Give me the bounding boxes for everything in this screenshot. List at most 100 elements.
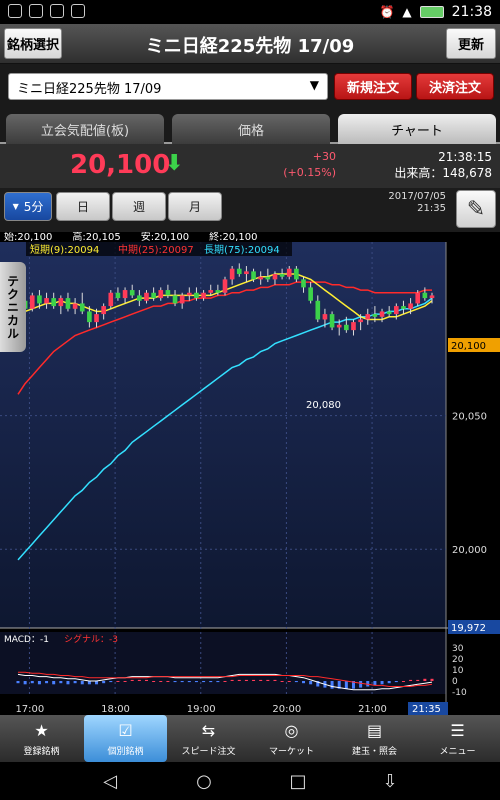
macd-histogram-bar <box>166 681 170 682</box>
candle-body <box>151 292 156 299</box>
period-month-button[interactable]: 月 <box>168 192 222 221</box>
macd-histogram-bar <box>173 681 177 683</box>
globe-icon: ◎ <box>284 721 299 740</box>
macd-histogram-bar <box>394 681 398 683</box>
macd-histogram-bar <box>230 679 234 681</box>
back-icon[interactable]: ◁ <box>98 769 122 793</box>
macd-histogram-bar <box>209 681 213 683</box>
period-5min-button[interactable]: ▼ 5分 <box>4 192 52 221</box>
macd-histogram-bar <box>159 681 163 682</box>
price-panel: 20,100 ⬇ +30 (+0.15%) 21:38:15 出来高：148,6… <box>0 144 500 188</box>
nav-market[interactable]: ◎ マーケット <box>250 715 333 762</box>
tab-order-book[interactable]: 立会気配値(板) <box>6 114 164 144</box>
candle-body <box>279 274 285 277</box>
quote-time: 21:38:15 <box>438 150 492 164</box>
macd-histogram-bar <box>330 681 334 689</box>
nav-positions[interactable]: ▤ 建玉・照会 <box>333 715 416 762</box>
close-order-button[interactable]: 決済注文 <box>416 73 494 100</box>
macd-histogram-bar <box>287 681 291 682</box>
x-tick-label: 18:00 <box>101 704 130 715</box>
x-tick-label: 19:00 <box>187 704 216 715</box>
macd-histogram-bar <box>401 681 405 682</box>
dropdown-arrow-icon: ▼ <box>309 78 319 92</box>
candle-body <box>329 314 335 328</box>
checkbox-icon: ☑ <box>118 721 133 740</box>
candle-body <box>222 279 228 293</box>
candle-body <box>94 314 99 323</box>
chart-time: 21:35 <box>417 203 446 214</box>
tab-chart[interactable]: チャート <box>338 114 496 144</box>
price-chart[interactable]: 20,05020,00017:00 18:00 19:00 20:00 21:00302… <box>0 232 500 715</box>
current-price-tag-text: 20,100 <box>451 341 486 352</box>
candle-body <box>244 271 249 275</box>
recents-icon[interactable]: □ <box>286 769 310 793</box>
nav-speed-order[interactable]: ⇆ スピード注文 <box>167 715 250 762</box>
technical-tab[interactable]: テクニカル <box>0 262 26 352</box>
candle-body <box>365 314 371 320</box>
nav-individual[interactable]: ☑ 個別銘柄 <box>84 715 167 762</box>
notification-icon <box>71 4 85 18</box>
nav-watchlist[interactable]: ★ 登録銘柄 <box>0 715 83 762</box>
ma-long-label: 長期(75):20094 <box>204 244 280 256</box>
candle-body <box>379 311 385 317</box>
swap-arrows-icon: ⇆ <box>201 721 216 740</box>
macd-histogram-bar <box>59 681 63 684</box>
macd-histogram-bar <box>52 681 56 685</box>
candle-body <box>272 274 278 280</box>
notification-pull-icon[interactable]: ⇩ <box>378 769 402 793</box>
period-day-button[interactable]: 日 <box>56 192 110 221</box>
candle-body <box>294 268 299 280</box>
change-percent: (+0.15%) <box>283 166 336 179</box>
period-week-button[interactable]: 週 <box>112 192 166 221</box>
symbol-dropdown[interactable]: ミニ日経225先物 17/09 ▼ <box>8 73 328 100</box>
macd-histogram-bar <box>102 681 106 684</box>
home-icon[interactable]: ○ <box>192 769 216 793</box>
candle-body <box>65 298 71 309</box>
candle-body <box>286 268 292 277</box>
candle-body <box>422 292 428 299</box>
nav-market-label: マーケット <box>268 746 314 757</box>
document-icon: ▤ <box>366 721 383 740</box>
candle-body <box>201 292 206 299</box>
candle-body <box>315 300 321 320</box>
candle-body <box>87 311 92 323</box>
x-tick-label: 20:00 <box>272 704 301 715</box>
chart-area[interactable]: 20,050 20,000 17:00 18:00 19:00 20:00 21:00 30 2… <box>0 232 500 715</box>
star-icon: ★ <box>34 721 49 740</box>
macd-histogram-bar <box>309 681 313 685</box>
last-price: 20,100 <box>70 150 171 180</box>
macd-tick-label: 10 <box>452 666 464 676</box>
draw-pen-button[interactable]: ✎ <box>456 190 496 228</box>
candle-body <box>322 314 328 320</box>
alarm-icon: ⏰ <box>379 5 395 19</box>
candle-body <box>229 268 235 280</box>
candle-body <box>72 303 78 309</box>
candle-body <box>401 306 406 309</box>
ma-short-label: 短期(9):20094 <box>30 243 99 256</box>
macd-histogram-bar <box>273 679 277 681</box>
select-symbol-button[interactable]: 銘柄選択 <box>4 28 62 59</box>
macd-histogram-bar <box>423 678 427 681</box>
candle-body <box>358 319 363 323</box>
tab-price[interactable]: 価格 <box>172 114 330 144</box>
symbol-dropdown-value: ミニ日経225先物 17/09 <box>17 82 162 97</box>
new-order-button[interactable]: 新規注文 <box>334 73 412 100</box>
status-time: 21:38 <box>451 4 492 20</box>
nav-menu[interactable]: ☰ メニュー <box>416 715 499 762</box>
menu-icon: ☰ <box>450 721 465 740</box>
macd-histogram-bar <box>280 681 284 682</box>
macd-histogram-bar <box>30 681 34 684</box>
macd-histogram-bar <box>194 681 198 683</box>
refresh-button[interactable]: 更新 <box>446 28 496 59</box>
ohlc-readout: 始:20,100 高:20,105 安:20,100 終:20,100 <box>4 232 257 243</box>
y-tick-label: 20,000 <box>452 545 487 556</box>
macd-histogram-bar <box>387 681 391 684</box>
chart-datetime: 2017/07/05 21:35 <box>376 191 446 215</box>
candle-body <box>251 271 256 280</box>
period-bar: ▼ 5分 日 週 月 2017/07/05 21:35 ✎ <box>0 188 500 232</box>
candle-body <box>215 290 221 293</box>
candle-body <box>144 292 149 301</box>
candle-body <box>165 290 171 296</box>
macd-histogram-bar <box>244 679 248 681</box>
candle-body <box>79 303 85 312</box>
